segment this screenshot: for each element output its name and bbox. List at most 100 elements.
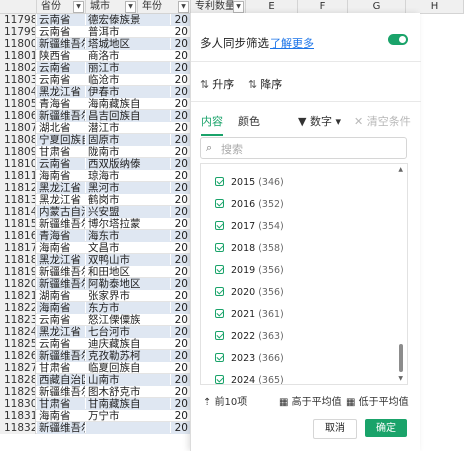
- cell-province[interactable]: 云南省: [37, 338, 85, 350]
- cell-year[interactable]: 20: [171, 242, 190, 254]
- cell-city[interactable]: 万宁市: [86, 410, 170, 422]
- filter-value-item[interactable]: 2018 (358): [215, 242, 284, 256]
- table-row[interactable]: 11814内蒙古自治兴安盟20: [0, 206, 190, 218]
- filter-value-item[interactable]: 2019 (356): [215, 264, 284, 278]
- table-row[interactable]: 11810 云南省 西双版纳傣 20: [0, 158, 190, 170]
- cell-province[interactable]: 甘肃省: [37, 398, 85, 410]
- cell-year[interactable]: 20: [171, 182, 190, 194]
- cell-province[interactable]: 湖南省: [37, 290, 85, 302]
- above-average-button[interactable]: ▦ 高于平均值: [279, 393, 342, 408]
- table-row[interactable]: 11802 云南省 丽江市 20: [0, 62, 190, 74]
- cell-city[interactable]: 固原市: [86, 134, 170, 146]
- cell-province[interactable]: 新疆维吾尔: [37, 218, 85, 230]
- cell-province[interactable]: 新疆维吾尔: [37, 266, 85, 278]
- cell-year[interactable]: 20: [171, 86, 190, 98]
- cell-city[interactable]: 怒江傈僳族: [86, 314, 170, 326]
- cell-city[interactable]: 海南藏族自: [86, 98, 170, 110]
- cell-city[interactable]: 七台河市: [86, 326, 170, 338]
- scrollbar-thumb[interactable]: [399, 344, 403, 372]
- search-box[interactable]: ⌕: [200, 137, 407, 159]
- row-number[interactable]: 11823: [0, 314, 36, 326]
- row-number[interactable]: 11803: [0, 74, 36, 86]
- row-number[interactable]: 11825: [0, 338, 36, 350]
- cell-year[interactable]: 20: [171, 50, 190, 62]
- search-input[interactable]: [219, 140, 403, 158]
- column-header-patents[interactable]: 专利数量 ▼: [191, 0, 246, 13]
- cell-city[interactable]: 临沧市: [86, 74, 170, 86]
- cell-province[interactable]: 黑龙江省: [37, 86, 85, 98]
- cell-province[interactable]: 黑龙江省: [37, 194, 85, 206]
- row-number[interactable]: 11819: [0, 266, 36, 278]
- table-row[interactable]: 11813 黑龙江省 鹤岗市 20: [0, 194, 190, 206]
- scroll-up-icon[interactable]: ▲: [398, 166, 403, 173]
- table-row[interactable]: 11828西藏自治区山南市20: [0, 374, 190, 386]
- cell-city[interactable]: 迪庆藏族自: [86, 338, 170, 350]
- cell-year[interactable]: 20: [171, 350, 190, 362]
- filter-value-item[interactable]: 2021 (361): [215, 308, 284, 322]
- cell-city[interactable]: 塔城地区: [86, 38, 170, 50]
- cell-province[interactable]: 西藏自治区: [37, 374, 85, 386]
- cell-city[interactable]: 陇南市: [86, 146, 170, 158]
- cell-city[interactable]: 德宏傣族景: [86, 14, 170, 26]
- table-row[interactable]: 11824 黑龙江省 七台河市 20: [0, 326, 190, 338]
- table-row[interactable]: 11812 黑龙江省 黑河市 20: [0, 182, 190, 194]
- cell-city[interactable]: 图木舒克市: [86, 386, 170, 398]
- cell-province[interactable]: 新疆维吾尔: [37, 110, 85, 122]
- cell-year[interactable]: 20: [171, 386, 190, 398]
- cell-province[interactable]: 云南省: [37, 74, 85, 86]
- row-number[interactable]: 11828: [0, 374, 36, 386]
- cell-year[interactable]: 20: [171, 362, 190, 374]
- cell-city[interactable]: 西双版纳傣: [86, 158, 170, 170]
- checkbox-checked-icon[interactable]: [215, 243, 224, 252]
- cell-province[interactable]: 海南省: [37, 410, 85, 422]
- filter-value-item[interactable]: 2016 (352): [215, 198, 284, 212]
- cell-year[interactable]: 20: [171, 122, 190, 134]
- row-number[interactable]: 11799: [0, 26, 36, 38]
- row-number[interactable]: 11802: [0, 62, 36, 74]
- cell-city[interactable]: 伊春市: [86, 86, 170, 98]
- table-row[interactable]: 11805 青海省 海南藏族自 20: [0, 98, 190, 110]
- column-header-e[interactable]: E: [246, 0, 298, 13]
- row-number[interactable]: 11800: [0, 38, 36, 50]
- cell-year[interactable]: 20: [171, 338, 190, 350]
- filter-dropdown-icon[interactable]: ▼: [233, 1, 244, 13]
- cell-city[interactable]: 黑河市: [86, 182, 170, 194]
- cell-city[interactable]: 鹤岗市: [86, 194, 170, 206]
- cell-province[interactable]: 宁夏回族自: [37, 134, 85, 146]
- cell-province[interactable]: 云南省: [37, 314, 85, 326]
- cell-year[interactable]: 20: [171, 302, 190, 314]
- table-row[interactable]: 11801 陕西省 商洛市 20: [0, 50, 190, 62]
- cell-city[interactable]: 普洱市: [86, 26, 170, 38]
- cell-city[interactable]: 商洛市: [86, 50, 170, 62]
- row-number[interactable]: 11811: [0, 170, 36, 182]
- row-number[interactable]: 11808: [0, 134, 36, 146]
- cell-province[interactable]: 黑龙江省: [37, 326, 85, 338]
- cell-year[interactable]: 20: [171, 74, 190, 86]
- column-header-year[interactable]: 年份 ▼: [138, 0, 191, 13]
- row-number[interactable]: 11822: [0, 302, 36, 314]
- sort-descending-button[interactable]: ⇅ 降序: [248, 76, 282, 92]
- table-row[interactable]: 11808宁夏回族自固原市20: [0, 134, 190, 146]
- column-header-f[interactable]: F: [298, 0, 348, 13]
- cell-year[interactable]: 20: [171, 194, 190, 206]
- learn-more-link[interactable]: 了解更多: [270, 35, 314, 51]
- cell-year[interactable]: 20: [171, 326, 190, 338]
- table-row[interactable]: 11804 黑龙江省 伊春市 20: [0, 86, 190, 98]
- cell-city[interactable]: 和田地区: [86, 266, 170, 278]
- cell-city[interactable]: 东方市: [86, 302, 170, 314]
- cell-province[interactable]: 青海省: [37, 230, 85, 242]
- checkbox-checked-icon[interactable]: [215, 309, 224, 318]
- row-number[interactable]: 11805: [0, 98, 36, 110]
- checkbox-checked-icon[interactable]: [215, 287, 224, 296]
- row-number[interactable]: 11821: [0, 290, 36, 302]
- checkbox-checked-icon[interactable]: [215, 265, 224, 274]
- table-row[interactable]: 11806新疆维吾尔昌吉回族自20: [0, 110, 190, 122]
- table-row[interactable]: 11821 湖南省 张家界市 20: [0, 290, 190, 302]
- table-row[interactable]: 11820新疆维吾尔阿勒泰地区20: [0, 278, 190, 290]
- table-row[interactable]: 11811 海南省 琼海市 20: [0, 170, 190, 182]
- table-row[interactable]: 11823 云南省 怒江傈僳族 20: [0, 314, 190, 326]
- cell-city[interactable]: [86, 422, 170, 434]
- corner-cell[interactable]: [0, 0, 37, 13]
- table-row[interactable]: 11803 云南省 临沧市 20: [0, 74, 190, 86]
- checkbox-checked-icon[interactable]: [215, 353, 224, 362]
